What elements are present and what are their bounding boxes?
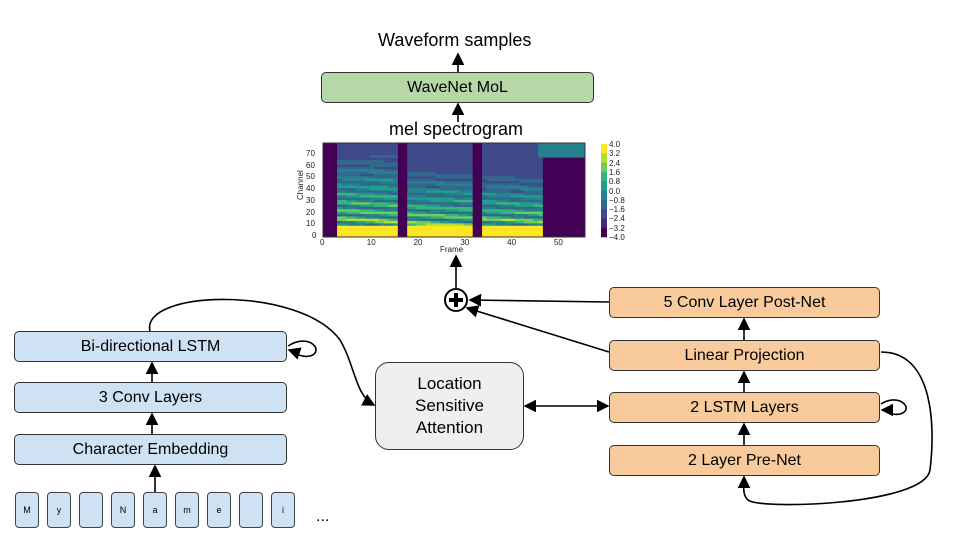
character-box bbox=[239, 492, 263, 528]
ytick: 60 bbox=[306, 160, 315, 170]
character-box: m bbox=[175, 492, 199, 528]
colorbar-segment bbox=[601, 218, 607, 228]
ytick: 0 bbox=[312, 231, 317, 240]
conv-layers-box: 3 Conv Layers bbox=[14, 382, 287, 413]
diagram: Waveform samples WaveNet MoL mel spectro… bbox=[0, 0, 956, 539]
ytick: 70 bbox=[306, 148, 315, 158]
colorbar-tick: 3.2 bbox=[609, 149, 621, 159]
xtick: 50 bbox=[553, 238, 563, 247]
colorbar-segment bbox=[601, 181, 607, 191]
character-box: M bbox=[15, 492, 39, 528]
colorbar-tick: −2.4 bbox=[609, 214, 625, 224]
linear-projection-box: Linear Projection bbox=[609, 340, 880, 371]
attention-line2: Sensitive bbox=[415, 396, 484, 415]
character-box: e bbox=[207, 492, 231, 528]
ytick: 30 bbox=[306, 195, 315, 205]
colorbar-segment bbox=[601, 162, 607, 173]
ytick: 20 bbox=[306, 207, 315, 217]
spectrogram-ylabel: Channel bbox=[296, 170, 305, 200]
colorbar-tick: 2.4 bbox=[609, 158, 621, 168]
attention-line1: Location bbox=[417, 374, 482, 393]
lstm-layers-box: 2 LSTM Layers bbox=[609, 392, 880, 423]
colorbar-segment bbox=[601, 227, 607, 238]
xtick: 20 bbox=[413, 238, 423, 247]
colorbar-segment bbox=[601, 190, 607, 201]
ytick: 50 bbox=[306, 172, 315, 182]
ellipsis: ... bbox=[316, 508, 330, 525]
xtick: 10 bbox=[366, 238, 376, 247]
attention-box: Location Sensitive Attention bbox=[375, 362, 524, 450]
ytick: 40 bbox=[306, 184, 315, 193]
colorbar-tick: −0.8 bbox=[609, 195, 625, 205]
colorbar-segment bbox=[601, 209, 607, 219]
character-box: i bbox=[271, 492, 295, 528]
colorbar-tick: 4.0 bbox=[609, 140, 621, 149]
colorbar-segment bbox=[601, 153, 607, 163]
postnet-box: 5 Conv Layer Post-Net bbox=[609, 287, 880, 318]
character-embedding-box: Character Embedding bbox=[14, 434, 287, 465]
xtick: 40 bbox=[507, 238, 517, 247]
colorbar-segment bbox=[601, 199, 607, 210]
ytick: 10 bbox=[306, 219, 315, 229]
attention-line3: Attention bbox=[415, 418, 484, 437]
character-box: N bbox=[111, 492, 135, 528]
colorbar-tick: 0.8 bbox=[609, 177, 621, 187]
xtick: 0 bbox=[320, 238, 325, 247]
bilstm-box: Bi-directional LSTM bbox=[14, 331, 287, 362]
character-box: y bbox=[47, 492, 71, 528]
colorbar-tick: 0.0 bbox=[609, 186, 621, 196]
prenet-box: 2 Layer Pre-Net bbox=[609, 445, 880, 476]
character-box: a bbox=[143, 492, 167, 528]
colorbar-segment bbox=[601, 144, 607, 154]
colorbar-tick: −1.6 bbox=[609, 205, 625, 215]
colorbar-segment bbox=[601, 171, 607, 182]
colorbar-tick: 1.6 bbox=[609, 167, 621, 177]
xtick: 30 bbox=[460, 238, 470, 247]
character-box bbox=[79, 492, 103, 528]
colorbar-tick: −4.0 bbox=[609, 233, 625, 242]
colorbar-tick: −3.2 bbox=[609, 223, 625, 233]
